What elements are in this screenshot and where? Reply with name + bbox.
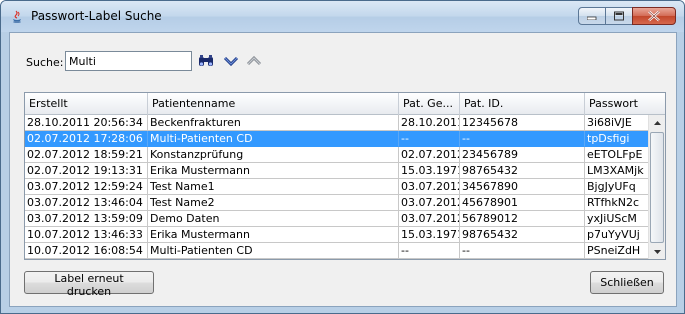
- header-corner: [648, 93, 665, 115]
- table-row[interactable]: 03.07.2012 12:59:24 Test Name1 03.07.2012 3…: [25, 179, 649, 195]
- cell-patientenname: Demo Daten: [148, 211, 399, 227]
- scroll-down-button[interactable]: [649, 244, 665, 259]
- cell-erstellt: 03.07.2012 13:46:04: [25, 195, 148, 211]
- cell-erstellt: 03.07.2012 13:59:09: [25, 211, 148, 227]
- chevron-down-icon[interactable]: [223, 53, 239, 69]
- cell-passwort: tpDsfigi: [585, 131, 649, 147]
- scroll-up-icon: [653, 121, 661, 125]
- cell-erstellt: 10.07.2012 13:46:33: [25, 227, 148, 243]
- cell-birthdate: 03.07.2012: [399, 195, 460, 211]
- scroll-up-button[interactable]: [649, 115, 665, 131]
- cell-birthdate: 03.07.2012: [399, 179, 460, 195]
- cell-birthdate: 03.07.2012: [399, 211, 460, 227]
- cell-passwort: LM3XAMjk: [585, 163, 649, 179]
- cell-erstellt: 10.07.2012 16:08:54: [25, 243, 148, 259]
- cell-patient-id: 98765432: [460, 227, 585, 243]
- minimize-button[interactable]: [578, 7, 606, 25]
- cell-patient-id: --: [460, 243, 585, 259]
- cell-passwort: yxJiUScM: [585, 211, 649, 227]
- binoculars-icon[interactable]: [198, 53, 214, 69]
- table-body: 28.10.2011 20:56:34 Beckenfrakturen 28.10.…: [25, 115, 649, 259]
- cell-erstellt: 28.10.2011 20:56:34: [25, 115, 148, 131]
- cell-erstellt: 02.07.2012 17:28:06: [25, 131, 148, 147]
- cell-passwort: PSneiZdH: [585, 243, 649, 259]
- search-input[interactable]: [65, 51, 192, 71]
- cell-erstellt: 02.07.2012 19:13:31: [25, 163, 148, 179]
- column-header-erstellt[interactable]: Erstellt: [25, 93, 148, 115]
- table-row[interactable]: 10.07.2012 16:08:54 Multi-Patienten CD -- -…: [25, 243, 649, 259]
- cell-passwort: BjgJyUFq: [585, 179, 649, 195]
- cell-patientenname: Erika Mustermann: [148, 163, 399, 179]
- table-row[interactable]: 28.10.2011 20:56:34 Beckenfrakturen 28.10.…: [25, 115, 649, 131]
- cell-passwort: eETOLFpE: [585, 147, 649, 163]
- cell-passwort: RTfhkN2c: [585, 195, 649, 211]
- vertical-scrollbar[interactable]: [648, 115, 665, 259]
- cell-patient-id: 12345678: [460, 115, 585, 131]
- table-header: Erstellt Patientenname Pat. Ge... Pat. I…: [25, 93, 649, 115]
- cell-patientenname: Beckenfrakturen: [148, 115, 399, 131]
- cell-patientenname: Multi-Patienten CD: [148, 131, 399, 147]
- cell-patient-id: 34567890: [460, 179, 585, 195]
- scroll-down-icon: [653, 250, 661, 254]
- print-label-button[interactable]: Label erneut drucken: [24, 271, 154, 298]
- close-button[interactable]: Schließen: [590, 271, 664, 294]
- table-row[interactable]: 02.07.2012 18:59:21 Konstanzprüfung 02.07.…: [25, 147, 649, 163]
- table-row[interactable]: 02.07.2012 19:13:31 Erika Mustermann 15.03…: [25, 163, 649, 179]
- table-row[interactable]: 02.07.2012 17:28:06 Multi-Patienten CD -- -…: [25, 131, 649, 147]
- cell-birthdate: --: [399, 243, 460, 259]
- cell-patientenname: Konstanzprüfung: [148, 147, 399, 163]
- window-controls: [578, 7, 676, 25]
- cell-patient-id: 23456789: [460, 147, 585, 163]
- cell-birthdate: 15.03.1971: [399, 227, 460, 243]
- table-row[interactable]: 03.07.2012 13:46:04 Test Name2 03.07.2012 4…: [25, 195, 649, 211]
- minimize-icon: [587, 16, 597, 20]
- cell-passwort: 3i68iVJE: [585, 115, 649, 131]
- cell-patientenname: Test Name2: [148, 195, 399, 211]
- window-title: Passwort-Label Suche: [31, 9, 162, 23]
- cell-passwort: p7uYyVUj: [585, 227, 649, 243]
- cell-erstellt: 03.07.2012 12:59:24: [25, 179, 148, 195]
- cell-patientenname: Test Name1: [148, 179, 399, 195]
- maximize-icon: [614, 11, 624, 21]
- column-header-birthdate[interactable]: Pat. Ge...: [399, 93, 460, 115]
- column-header-patient-id[interactable]: Pat. ID.: [460, 93, 585, 115]
- chevron-up-icon[interactable]: [246, 53, 262, 69]
- title-bar[interactable]: Passwort-Label Suche: [1, 1, 684, 32]
- cell-patient-id: --: [460, 131, 585, 147]
- cell-patientenname: Erika Mustermann: [148, 227, 399, 243]
- cell-erstellt: 02.07.2012 18:59:21: [25, 147, 148, 163]
- results-table: Erstellt Patientenname Pat. Ge... Pat. I…: [24, 92, 666, 260]
- cell-birthdate: 15.03.1971: [399, 163, 460, 179]
- scrollbar-thumb[interactable]: [650, 132, 664, 243]
- dialog-content: Suche: Multi Erstellt Patientenname Pat.…: [9, 32, 677, 307]
- maximize-button[interactable]: [605, 7, 633, 25]
- cell-birthdate: --: [399, 131, 460, 147]
- close-icon: [648, 10, 660, 22]
- search-label: Suche:: [26, 56, 64, 69]
- java-icon: [10, 10, 24, 24]
- dialog-window: Passwort-Label Suche Suche: Multi Erstel…: [0, 0, 685, 314]
- cell-patient-id: 45678901: [460, 195, 585, 211]
- cell-patient-id: 56789012: [460, 211, 585, 227]
- cell-birthdate: 28.10.2011: [399, 115, 460, 131]
- cell-patientenname: Multi-Patienten CD: [148, 243, 399, 259]
- cell-birthdate: 02.07.2012: [399, 147, 460, 163]
- column-header-passwort[interactable]: Passwort: [585, 93, 649, 115]
- table-row[interactable]: 10.07.2012 13:46:33 Erika Mustermann 15.03…: [25, 227, 649, 243]
- table-row[interactable]: 03.07.2012 13:59:09 Demo Daten 03.07.2012 5…: [25, 211, 649, 227]
- column-header-patientenname[interactable]: Patientenname: [148, 93, 399, 115]
- close-window-button[interactable]: [632, 7, 676, 25]
- cell-patient-id: 98765432: [460, 163, 585, 179]
